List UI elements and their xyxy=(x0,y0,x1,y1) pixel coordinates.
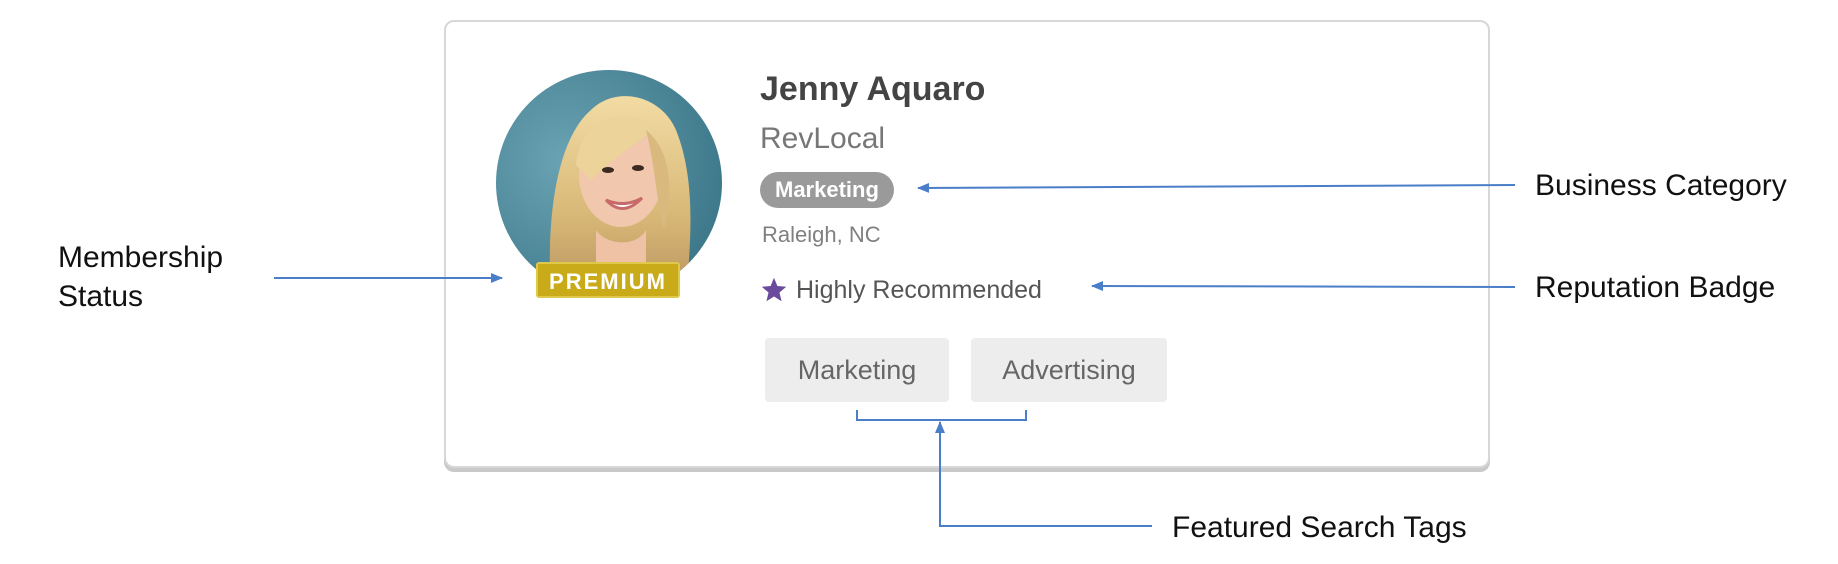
tags-arrow xyxy=(935,421,1152,527)
reputation-arrow xyxy=(1091,281,1516,292)
membership-label-line2: Status xyxy=(58,280,144,313)
business-category-arrow xyxy=(917,182,1516,193)
business-category-label: Business Category xyxy=(1535,169,1787,202)
membership-label-line1: Membership xyxy=(58,241,224,274)
membership-status-label: Membership Status xyxy=(58,238,223,316)
tags-bracket xyxy=(856,410,1027,421)
reputation-badge-label: Reputation Badge xyxy=(1535,271,1776,304)
featured-search-tags-label: Featured Search Tags xyxy=(1172,511,1467,544)
